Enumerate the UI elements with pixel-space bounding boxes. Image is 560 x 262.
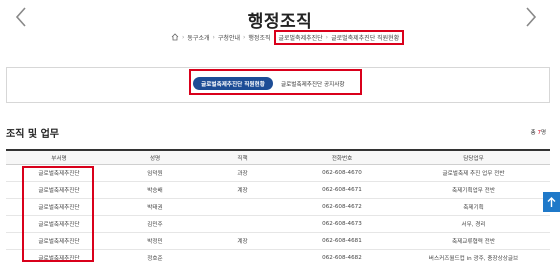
cell-phone: 062-608-4670 <box>322 170 362 176</box>
cell-duty: 글로벌축제 추진 업무 전반 <box>442 171 505 177</box>
home-icon[interactable] <box>171 33 179 41</box>
cell-position: 과장 <box>237 171 248 177</box>
cell-duty: 축제교류협력 전반 <box>452 239 495 245</box>
cell-name: 박정민 <box>147 239 163 245</box>
cell-phone: 062-608-4682 <box>322 255 362 261</box>
cell-phone: 062-608-4681 <box>322 238 362 244</box>
breadcrumb-separator: › <box>325 33 329 41</box>
cell-name: 정호준 <box>147 256 163 262</box>
header-duty: 담당업무 <box>463 155 484 162</box>
tab-notices[interactable]: 글로벌축제추진단 공지사항 <box>281 77 345 90</box>
tab-staff-status[interactable]: 글로벌축제추진단 직원현황 <box>193 77 273 90</box>
breadcrumb-highlight: 글로벌축제추진단 › 글로벌축제추진단 직원현황 <box>273 29 405 45</box>
cell-name: 박승배 <box>147 188 163 194</box>
cell-phone: 062-608-4672 <box>322 204 362 210</box>
header-position: 직책 <box>237 155 248 162</box>
section-title: 조직 및 업무 <box>6 129 59 140</box>
department-column-highlight <box>22 166 94 262</box>
header-phone: 전화번호 <box>331 155 353 162</box>
cell-position: 계장 <box>237 188 248 194</box>
breadcrumb-item-office[interactable]: 구청안내 <box>218 33 240 42</box>
header-name: 성명 <box>149 155 161 162</box>
breadcrumb-separator: › <box>243 33 246 41</box>
cell-duty: 축제기획 <box>463 205 484 211</box>
cell-phone: 062-608-4673 <box>322 221 362 227</box>
cell-phone: 062-608-4671 <box>322 187 362 193</box>
arrow-up-icon <box>547 196 556 207</box>
breadcrumb-separator: › <box>212 33 215 41</box>
table-header: 부서명 성명 직책 전화번호 담당업무 <box>6 151 550 165</box>
breadcrumb-item-staff[interactable]: 글로벌축제추진단 직원현황 <box>331 33 399 42</box>
cell-duty: 서무, 경리 <box>461 222 486 228</box>
cell-duty: 버스커즈월드컵 in 광주, 충장상상글브 <box>428 256 519 262</box>
breadcrumb-separator: › <box>182 33 185 41</box>
cell-position: 계장 <box>237 239 248 245</box>
total-count: 총 7명 <box>530 130 546 136</box>
breadcrumb-item-intro[interactable]: 동구소개 <box>187 33 209 42</box>
header-department: 부서명 <box>51 155 67 162</box>
breadcrumb-item-organization[interactable]: 행정조직 <box>248 33 270 42</box>
page-title: 행정조직 <box>247 12 313 32</box>
cell-name: 임덕원 <box>147 171 163 177</box>
breadcrumb: › 동구소개 › 구청안내 › 행정조직 글로벌축제추진단 › 글로벌축제추진단… <box>171 29 405 45</box>
scroll-top-button[interactable] <box>543 192 560 212</box>
breadcrumb-item-festival-team[interactable]: 글로벌축제추진단 <box>279 33 323 42</box>
cell-name: 김민주 <box>147 222 163 228</box>
cell-duty: 축제기획업무 전반 <box>452 188 495 194</box>
cell-name: 박태권 <box>147 205 163 211</box>
